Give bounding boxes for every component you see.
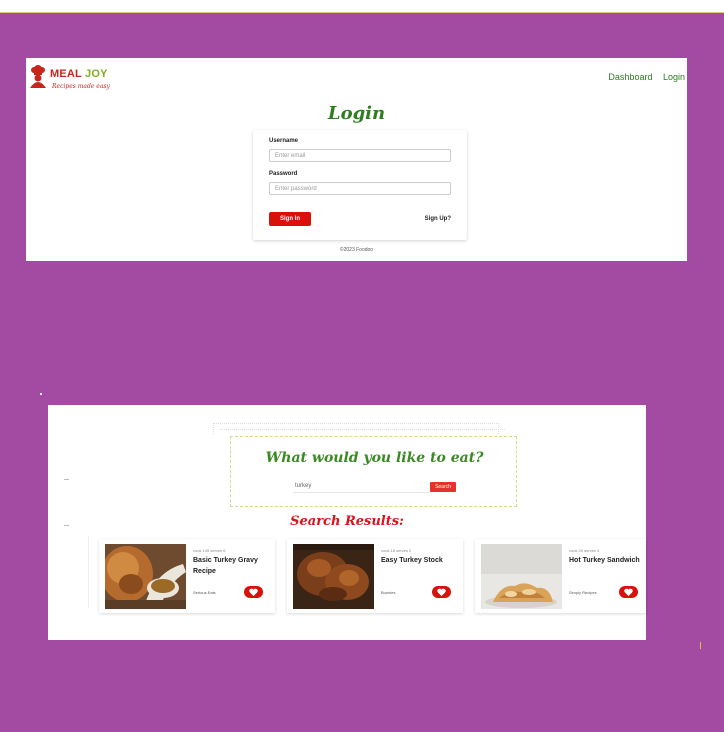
nav-dashboard-link[interactable]: Dashboard (608, 72, 652, 82)
nav-login-link[interactable]: Login (663, 72, 685, 82)
recipe-meta: cook 20 serves 4 (569, 548, 600, 553)
favorite-button[interactable] (244, 586, 263, 598)
top-nav: Dashboard Login (600, 72, 685, 82)
page-title: Login (327, 103, 386, 124)
username-input[interactable]: Enter email (269, 149, 451, 162)
sign-in-button[interactable]: Sign In (269, 212, 311, 226)
password-label: Password (269, 171, 298, 177)
password-input[interactable]: Enter password (269, 182, 451, 195)
login-form: Username Enter email Password Enter pass… (253, 130, 467, 240)
recipe-image[interactable] (293, 544, 374, 609)
turkey-stock-photo (293, 544, 374, 609)
sign-up-link[interactable]: Sign Up? (425, 216, 451, 222)
results-title: Search Results: (290, 514, 404, 529)
chef-logo-icon (30, 65, 46, 88)
recipe-image[interactable] (481, 544, 562, 609)
recipe-source: Simply Recipes (569, 590, 597, 595)
search-box: What would you like to eat? turkey Searc… (230, 436, 517, 507)
search-heading: What would you like to eat? (265, 450, 484, 466)
logo-name-part1: MEAL (50, 68, 82, 80)
divider (64, 479, 69, 480)
logo-tagline: Recipes made easy (52, 83, 110, 90)
search-button[interactable]: Search (430, 482, 456, 492)
recipe-image[interactable] (105, 544, 186, 609)
turkey-sandwich-photo (481, 544, 562, 609)
recipe-title[interactable]: Hot Turkey Sandwich (569, 555, 647, 566)
username-label: Username (269, 138, 299, 144)
recipe-title[interactable]: Basic Turkey Gravy Recipe (193, 555, 271, 577)
favorite-button[interactable] (619, 586, 638, 598)
recipe-meta: cook 18 serves 2 (381, 548, 412, 553)
recipe-source: Serious Eats (193, 590, 216, 595)
recipe-card[interactable]: cook 20 serves 4 Hot Turkey Sandwich Sim… (475, 539, 646, 613)
favorite-button[interactable] (432, 586, 451, 598)
recipe-title[interactable]: Easy Turkey Stock (381, 555, 459, 566)
stray-mark (700, 642, 701, 649)
logo[interactable]: MEAL JOY Recipes made easy (28, 64, 110, 94)
stray-dot (40, 393, 42, 395)
login-screenshot: MEAL JOY Recipes made easy Dashboard Log… (26, 58, 687, 261)
recipe-card[interactable]: cook 18 serves 2 Easy Turkey Stock Bunni… (287, 539, 463, 613)
search-screenshot: What would you like to eat? turkey Searc… (48, 405, 646, 640)
logo-name: MEAL JOY (50, 68, 108, 80)
recipe-meta: cook 145 serves 6 (193, 548, 226, 553)
logo-name-part2: JOY (85, 68, 108, 80)
recipe-source: Bunnies (381, 590, 396, 595)
heart-icon (437, 588, 446, 596)
turkey-gravy-photo (105, 544, 186, 609)
heart-icon (624, 588, 633, 596)
footer-copyright: ©2023 Foodoo (339, 247, 374, 253)
heart-icon (249, 588, 258, 596)
top-strip (0, 0, 724, 13)
search-input[interactable]: turkey (293, 481, 430, 493)
divider (88, 536, 89, 608)
recipe-card[interactable]: cook 145 serves 6 Basic Turkey Gravy Rec… (99, 539, 275, 613)
